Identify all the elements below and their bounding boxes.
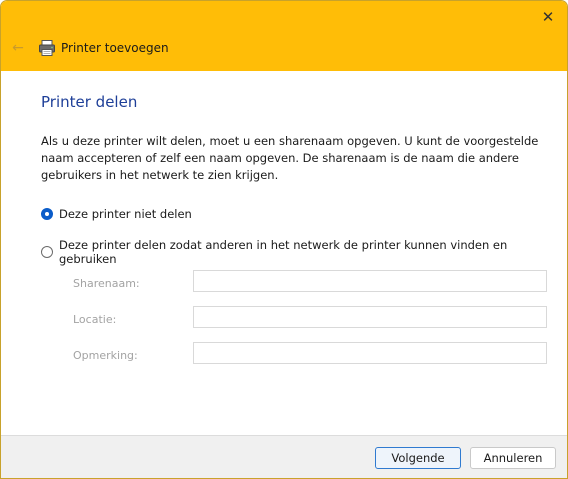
footer-bar: Volgende Annuleren [1, 435, 567, 478]
comment-label: Opmerking: [73, 349, 138, 362]
content-area: Printer delen Als u deze printer wilt de… [1, 71, 567, 435]
printer-icon [39, 40, 55, 56]
sharename-input[interactable] [193, 270, 547, 292]
option-label: Deze printer delen zodat anderen in het … [59, 238, 508, 266]
location-label: Locatie: [73, 313, 117, 326]
description-text: Als u deze printer wilt delen, moet u ee… [41, 134, 539, 182]
dialog-window: ✕ ← Printer toevoegen Printer delen Als … [0, 0, 568, 479]
option-label: Deze printer niet delen [59, 207, 192, 221]
location-input[interactable] [193, 306, 547, 328]
window-title: Printer toevoegen [61, 41, 169, 55]
title-bar: ✕ ← Printer toevoegen [1, 1, 567, 71]
cancel-button[interactable]: Annuleren [470, 447, 556, 469]
radio-unselected-icon[interactable] [41, 246, 53, 258]
sharename-label: Sharenaam: [73, 277, 140, 290]
close-icon[interactable]: ✕ [533, 5, 563, 29]
comment-input[interactable] [193, 342, 547, 364]
radio-selected-icon[interactable] [41, 208, 53, 220]
page-title: Printer delen [41, 93, 138, 111]
option-do-not-share[interactable]: Deze printer niet delen [41, 207, 192, 221]
next-button[interactable]: Volgende [375, 447, 461, 469]
option-share-printer[interactable]: Deze printer delen zodat anderen in het … [41, 238, 567, 266]
back-arrow-icon[interactable]: ← [9, 39, 27, 57]
